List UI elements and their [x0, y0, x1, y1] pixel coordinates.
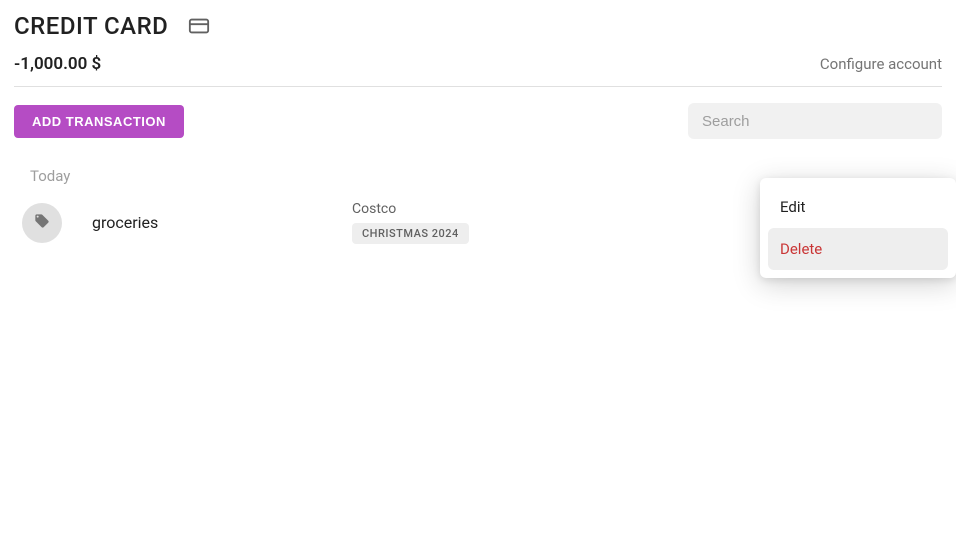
menu-item-edit[interactable]: Edit — [768, 186, 948, 228]
credit-card-icon — [188, 15, 210, 37]
context-menu: Edit Delete — [760, 178, 956, 278]
transaction-tag-chip: CHRISTMAS 2024 — [352, 223, 469, 244]
transaction-merchant: Costco — [352, 201, 469, 217]
transaction-details: Costco CHRISTMAS 2024 — [352, 201, 469, 244]
account-balance: -1,000.00 $ — [14, 54, 101, 74]
actions-row: ADD TRANSACTION — [14, 103, 942, 139]
search-input[interactable] — [688, 103, 942, 139]
menu-item-delete[interactable]: Delete — [768, 228, 948, 270]
balance-row: -1,000.00 $ Configure account — [14, 54, 942, 87]
account-header: CREDIT CARD — [14, 12, 942, 40]
account-title: CREDIT CARD — [14, 12, 168, 40]
transaction-category: groceries — [92, 213, 352, 232]
category-avatar — [22, 203, 62, 243]
add-transaction-button[interactable]: ADD TRANSACTION — [14, 105, 184, 138]
configure-account-link[interactable]: Configure account — [820, 55, 942, 73]
tag-icon — [34, 213, 50, 233]
